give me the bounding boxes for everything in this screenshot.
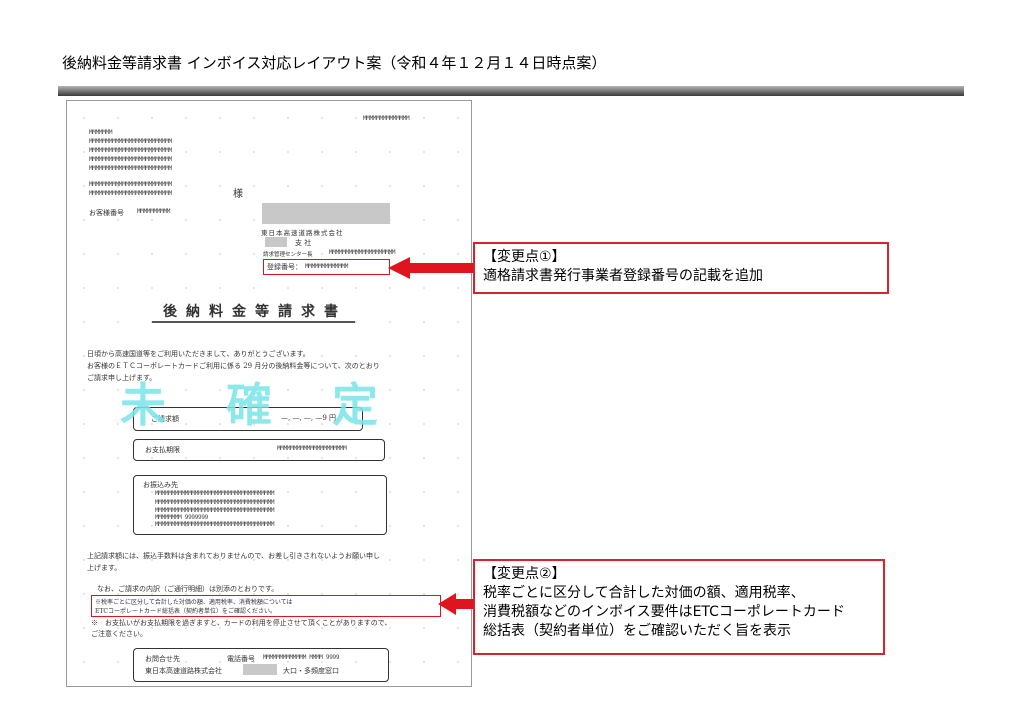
company-seal-redaction <box>262 203 390 224</box>
slide-title: 後納料金等請求書 インボイス対応レイアウト案（令和４年１２月１４日時点案） <box>62 54 607 72</box>
fee-note-line: 上げます。 <box>87 564 122 572</box>
transfer-label: お振込み先 <box>143 481 178 489</box>
contact-desk: 大口・多頻度窓口 <box>283 667 339 675</box>
fee-note-line: 上記請求額には、振込手数料は含まれておりませんので、お差し引きされないようお願い… <box>87 552 380 560</box>
invoice-document: MMMMMMMMMMMMMM MMMMMMM MMMMMMMMMMMMMMMMM… <box>66 100 472 687</box>
address-line: MMMMMMM <box>89 129 113 136</box>
contact-label: お問合せ先 <box>145 655 180 663</box>
title-divider-bar <box>58 86 964 96</box>
name-line: MMMMMMMMMMMMMMMMMMMMMMMMM <box>89 181 172 188</box>
arrow-left-icon <box>388 257 476 279</box>
branch-redaction <box>265 237 287 247</box>
transfer-line: MMMMMMMMMMMMMMMMMMMMMMMMMMMMMMMMMMMM <box>155 490 275 497</box>
change-point-2-callout: 【変更点②】 税率ごとに区分して合計した対価の額、適用税率、 消費税額などのイン… <box>473 559 885 655</box>
callout-line: 総括表（契約者単位）をご確認いただく旨を表示 <box>483 623 791 639</box>
callout-line: 適格請求書発行事業者登録番号の記載を追加 <box>483 268 763 284</box>
payment-note-line: ※ お支払いがお支払期限を過ぎますと、カードの利用を停止させて頂くことがあります… <box>91 619 392 627</box>
detail-note: なお、ご請求の内訳（ご通行明細）は別添のとおりです。 <box>97 585 279 593</box>
address-line: MMMMMMMMMMMMMMMMMMMMMMMMM <box>89 147 172 154</box>
unconfirmed-watermark: 未確定 <box>120 378 438 432</box>
honorific: 様 <box>233 189 243 200</box>
callout-line: 消費税額などのインボイス要件はETCコーポレートカード <box>483 604 845 620</box>
tax-note-line: ETCコーポレートカード総括表（契約者単位）をご確認ください。 <box>95 608 276 615</box>
transfer-line: MMMMMMMMMMMMMMMMMMMMMMMMMMMMMMMMMMMM <box>155 521 275 528</box>
address-line: MMMMMMMMMMMMMMMMMMMMMMMMM <box>89 165 172 172</box>
center-label: 請求管理センター長 <box>263 252 313 258</box>
callout-line: 税率ごとに区分して合計した対価の額、適用税率、 <box>483 585 805 601</box>
arrow-left-icon <box>438 593 474 615</box>
due-date-value: MMMMMMMMMMMMMMMMMMMMM <box>277 445 347 452</box>
top-code: MMMMMMMMMMMMMM <box>363 115 410 122</box>
address-line: MMMMMMMMMMMMMMMMMMMMMMMMM <box>89 156 172 163</box>
registration-number-value: MMMMMMMMMMMMM <box>305 263 349 270</box>
callout-heading: 【変更点①】 <box>483 249 566 265</box>
customer-number-value: MMMMMMMMMM <box>137 208 171 215</box>
title-underline <box>152 321 355 323</box>
greeting-line: 日頃から高速国道等をご利用いただきまして、ありがとうございます。 <box>87 350 310 358</box>
due-date-label: お支払期限 <box>145 446 180 454</box>
name-line: MMMMMMMMMMMMMMMMMMMMMMMMM <box>89 190 172 197</box>
transfer-line: MMMMMMMMMMMMMMMMMMMMMMMMMMMMMMMMMMMM <box>155 499 275 506</box>
center-value: MMMMMMMMMMMMMMMMMMMM <box>329 249 396 256</box>
customer-number-label: お客様番号 <box>89 209 124 217</box>
phone-label: 電話番号 <box>227 655 255 663</box>
tax-note-line: ※税率ごとに区分して合計した対価の額、適用税率、消費税額については <box>95 599 293 606</box>
document-title: 後納料金等請求書 <box>163 304 347 320</box>
contact-redaction <box>243 664 277 675</box>
change-point-1-callout: 【変更点①】 適格請求書発行事業者登録番号の記載を追加 <box>473 242 889 294</box>
branch-label: 支 社 <box>295 239 312 247</box>
contact-company: 東日本高速道路株式会社 <box>145 667 222 675</box>
payment-note-line: ご注意ください。 <box>91 630 147 638</box>
registration-number-label: 登録番号： <box>267 263 302 271</box>
company-name: 東日本高速道路株式会社 <box>261 229 344 237</box>
phone-value: MMMMMMMMMMMMM MMMM 9999 <box>263 654 340 661</box>
address-line: MMMMMMMMMMMMMMMMMMMMMMMMM <box>89 138 172 145</box>
callout-heading: 【変更点②】 <box>483 566 566 582</box>
